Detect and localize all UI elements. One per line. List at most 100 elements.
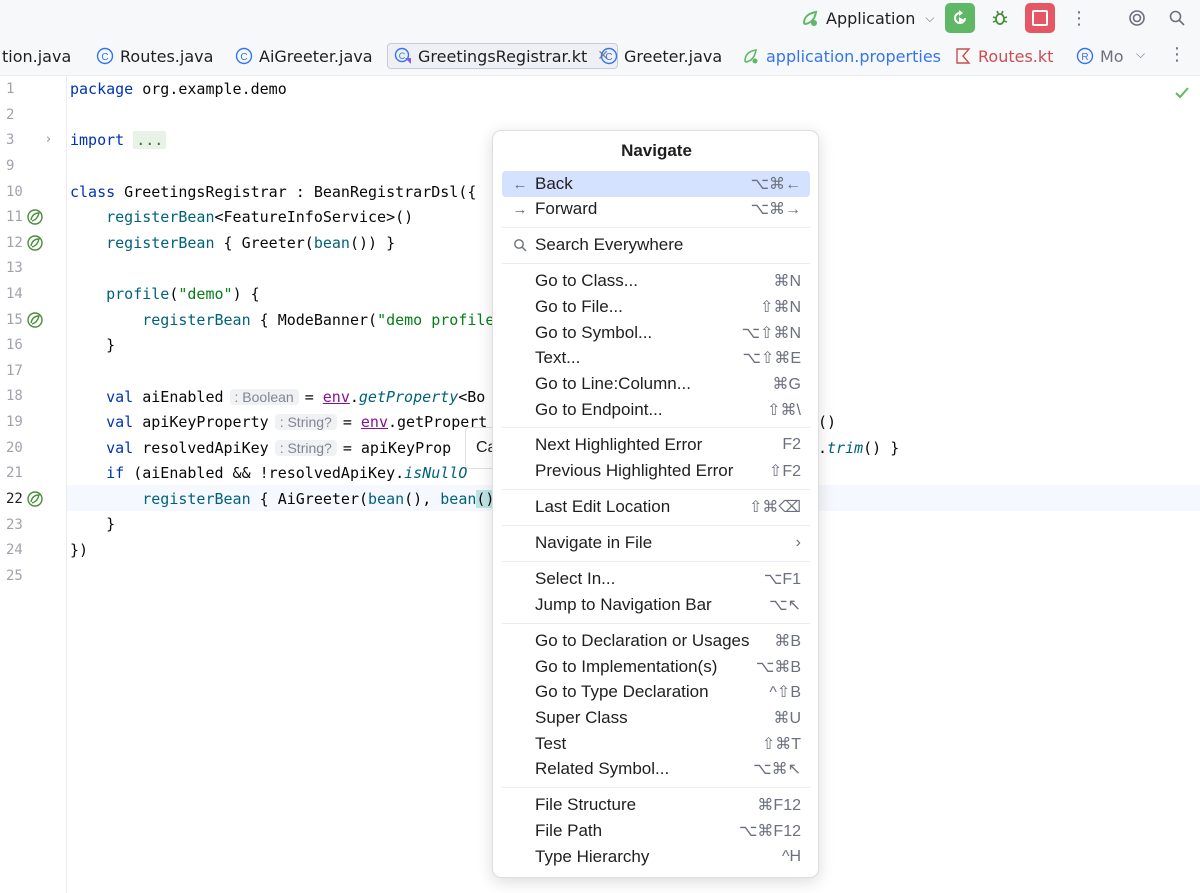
line-number: 24 — [6, 542, 23, 558]
code-line-11: registerBean<FeatureInfoService>() — [106, 208, 414, 226]
tab-label: GreetingsRegistrar.kt — [418, 46, 588, 66]
editor-gutter: 1 2 3 › 9 10 11 12 13 14 15 16 17 18 19 … — [0, 76, 67, 893]
tab-application-properties[interactable]: application.properties — [742, 37, 941, 75]
arrow-right-icon: → — [512, 200, 528, 218]
code-line-14: profile("demo") { — [106, 285, 260, 303]
inlay-type-hint: : Boolean — [229, 389, 299, 405]
menu-item-file-path[interactable]: File Path ⌥⌘F12 — [502, 818, 810, 844]
menu-item-jump-to-navigation-bar[interactable]: Jump to Navigation Bar ⌥↖ — [502, 592, 810, 618]
code-line-21: if (aiEnabled && !resolvedApiKey.isNullO — [106, 464, 468, 482]
code-line-15: registerBean { ModeBanner("demo profile — [142, 311, 495, 329]
menu-item-go-to-file[interactable]: Go to File... ⇧⌘N — [502, 294, 810, 320]
menu-separator — [502, 623, 810, 624]
inlay-type-hint: : String? — [274, 414, 337, 430]
menu-item-last-edit-location[interactable]: Last Edit Location ⇧⌘⌫ — [502, 494, 810, 520]
menu-separator — [502, 787, 810, 788]
check-icon[interactable] — [1173, 84, 1191, 102]
menu-item-next-highlighted-error[interactable]: Next Highlighted Error F2 — [502, 432, 810, 458]
menu-item-go-to-endpoint[interactable]: Go to Endpoint... ⇧⌘\ — [502, 397, 810, 423]
menu-item-test[interactable]: Test ⇧⌘T — [502, 731, 810, 757]
svg-text:C: C — [240, 52, 247, 63]
code-line-12: registerBean { Greeter(bean()) } — [106, 234, 396, 252]
menu-separator — [502, 427, 810, 428]
line-number: 1 — [6, 81, 15, 97]
chevron-down-icon: ⌵ — [925, 10, 935, 25]
svg-text:C: C — [605, 52, 612, 63]
menu-item-type-hierarchy[interactable]: Type Hierarchy ^H — [502, 844, 810, 870]
tab-application-java[interactable]: tion.java — [2, 37, 71, 75]
tab-mo[interactable]: R Mo — [1076, 37, 1124, 75]
kotlin-class-icon: C — [394, 47, 411, 64]
menu-separator — [502, 263, 810, 264]
menu-item-file-structure[interactable]: File Structure ⌘F12 — [502, 792, 810, 818]
spring-bean-icon[interactable] — [26, 490, 44, 508]
tab-label: Routes.kt — [978, 46, 1054, 66]
debug-button[interactable] — [985, 3, 1015, 33]
menu-item-go-to-implementations[interactable]: Go to Implementation(s) ⌥⌘B — [502, 654, 810, 680]
tab-aigreeter-java[interactable]: C AiGreeter.java — [235, 37, 373, 75]
line-number: 23 — [6, 517, 23, 533]
code-line-19: val apiKeyProperty: String? = env.getProp… — [106, 413, 488, 431]
spring-bean-icon[interactable] — [26, 208, 44, 226]
rerun-button[interactable] — [945, 3, 975, 33]
spring-bean-icon[interactable] — [26, 311, 44, 329]
editor-tab-bar: tion.java C Routes.java C AiGreeter.java… — [0, 37, 1200, 76]
chevron-down-icon[interactable]: ⌵ — [1136, 47, 1145, 62]
kotlin-file-icon — [956, 48, 971, 64]
chevron-right-icon: › — [795, 534, 801, 551]
stop-button[interactable] — [1025, 3, 1055, 33]
tab-routes-java[interactable]: C Routes.java — [96, 37, 213, 75]
menu-item-forward[interactable]: → Forward ⌥⌘→ — [502, 196, 810, 222]
menu-item-go-to-symbol[interactable]: Go to Symbol... ⌥⇧⌘N — [502, 320, 810, 346]
menu-item-go-to-class[interactable]: Go to Class... ⌘N — [502, 268, 810, 294]
stop-icon — [1032, 10, 1048, 26]
tab-label: Mo — [1100, 46, 1124, 66]
menu-item-go-to-declaration-or-usages[interactable]: Go to Declaration or Usages ⌘B — [502, 628, 810, 654]
tab-label: Routes.java — [120, 46, 214, 66]
ai-assistant-icon[interactable] — [1122, 3, 1152, 33]
menu-item-go-to-line-column[interactable]: Go to Line:Column... ⌘G — [502, 371, 810, 397]
spring-bean-icon[interactable] — [26, 234, 44, 252]
tab-actions-icon[interactable]: ⋮ — [1168, 44, 1186, 65]
menu-separator — [502, 489, 810, 490]
line-number: 20 — [6, 440, 23, 456]
menu-item-go-to-type-declaration[interactable]: Go to Type Declaration ^⇧B — [502, 679, 810, 705]
menu-item-back[interactable]: ← Back ⌥⌘← — [502, 171, 810, 197]
menu-item-search-everywhere[interactable]: Search Everywhere — [502, 232, 810, 258]
tab-greetingsregistrar-kt[interactable]: C GreetingsRegistrar.kt ✕ — [387, 43, 618, 69]
menu-item-previous-highlighted-error[interactable]: Previous Highlighted Error ⇧F2 — [502, 458, 810, 484]
line-number: 9 — [6, 158, 15, 174]
menu-item-navigate-in-file[interactable]: Navigate in File › — [502, 530, 810, 556]
menu-item-select-in[interactable]: Select In... ⌥F1 — [502, 566, 810, 592]
menu-item-text[interactable]: Text... ⌥⇧⌘E — [502, 345, 810, 371]
menu-item-super-class[interactable]: Super Class ⌘U — [502, 705, 810, 731]
line-number: 18 — [6, 388, 23, 404]
folded-imports[interactable]: ... — [133, 131, 167, 149]
tab-label: tion.java — [2, 46, 72, 66]
menu-separator — [502, 227, 810, 228]
code-line-16: } — [106, 336, 116, 354]
svg-text:C: C — [101, 52, 108, 63]
line-number: 21 — [6, 465, 23, 481]
line-number: 25 — [6, 568, 23, 584]
spring-properties-icon — [744, 49, 758, 64]
search-icon — [512, 237, 528, 253]
tab-greeter-java[interactable]: C Greeter.java — [600, 37, 722, 75]
svg-text:R: R — [1081, 52, 1088, 63]
code-line-10: class GreetingsRegistrar : BeanRegistrar… — [70, 183, 477, 201]
line-number: 15 — [6, 312, 23, 328]
search-icon[interactable] — [1162, 3, 1192, 33]
arrow-left-icon: ← — [512, 175, 528, 193]
tab-label: AiGreeter.java — [259, 46, 373, 66]
run-configuration-selector[interactable]: Application ⌵ — [800, 6, 935, 30]
line-number: 3 — [6, 132, 15, 148]
tab-routes-kt[interactable]: Routes.kt — [954, 37, 1053, 75]
line-number: 11 — [6, 209, 23, 225]
more-actions-icon[interactable]: ⋮ — [1064, 3, 1094, 33]
code-line-1: package org.example.demo — [70, 80, 287, 98]
fold-expand-icon[interactable]: › — [46, 132, 51, 147]
class-icon: C — [600, 47, 618, 65]
menu-item-related-symbol[interactable]: Related Symbol... ⌥⌘↖ — [502, 756, 810, 782]
svg-text:C: C — [399, 51, 406, 61]
navigate-popup-menu: Navigate ← Back ⌥⌘← → Forward ⌥⌘→ Search… — [492, 130, 819, 878]
